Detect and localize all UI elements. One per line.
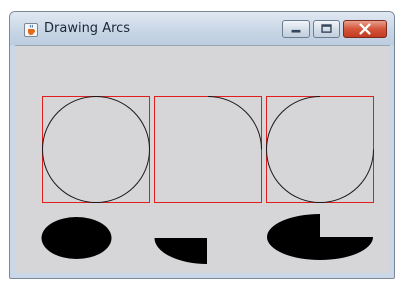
three-quarter-arc [266, 96, 374, 203]
maximize-button[interactable] [313, 20, 340, 38]
minimize-button[interactable] [282, 20, 310, 38]
filled-wedge-arc [154, 238, 207, 264]
window-title: Drawing Arcs [44, 21, 131, 36]
close-button[interactable] [343, 20, 387, 38]
drawing-panel [15, 45, 390, 273]
title-bar[interactable]: Drawing Arcs [10, 12, 394, 45]
bounding-rectangle-3 [266, 96, 374, 203]
java-cup-icon[interactable] [24, 23, 38, 37]
window-bottom-border [10, 273, 394, 278]
arcs-canvas [41, 96, 374, 264]
filled-pie-arc [267, 214, 373, 260]
minimize-icon [291, 29, 301, 33]
full-circle-arc [42, 96, 150, 203]
maximize-icon [321, 24, 332, 33]
filled-oval-arc [41, 217, 112, 259]
bounding-rectangle-1 [42, 96, 150, 203]
close-icon [359, 23, 371, 35]
bounding-rectangle-2 [154, 96, 262, 203]
partial-arc [207, 96, 262, 150]
app-window: Drawing Arcs [9, 11, 395, 279]
